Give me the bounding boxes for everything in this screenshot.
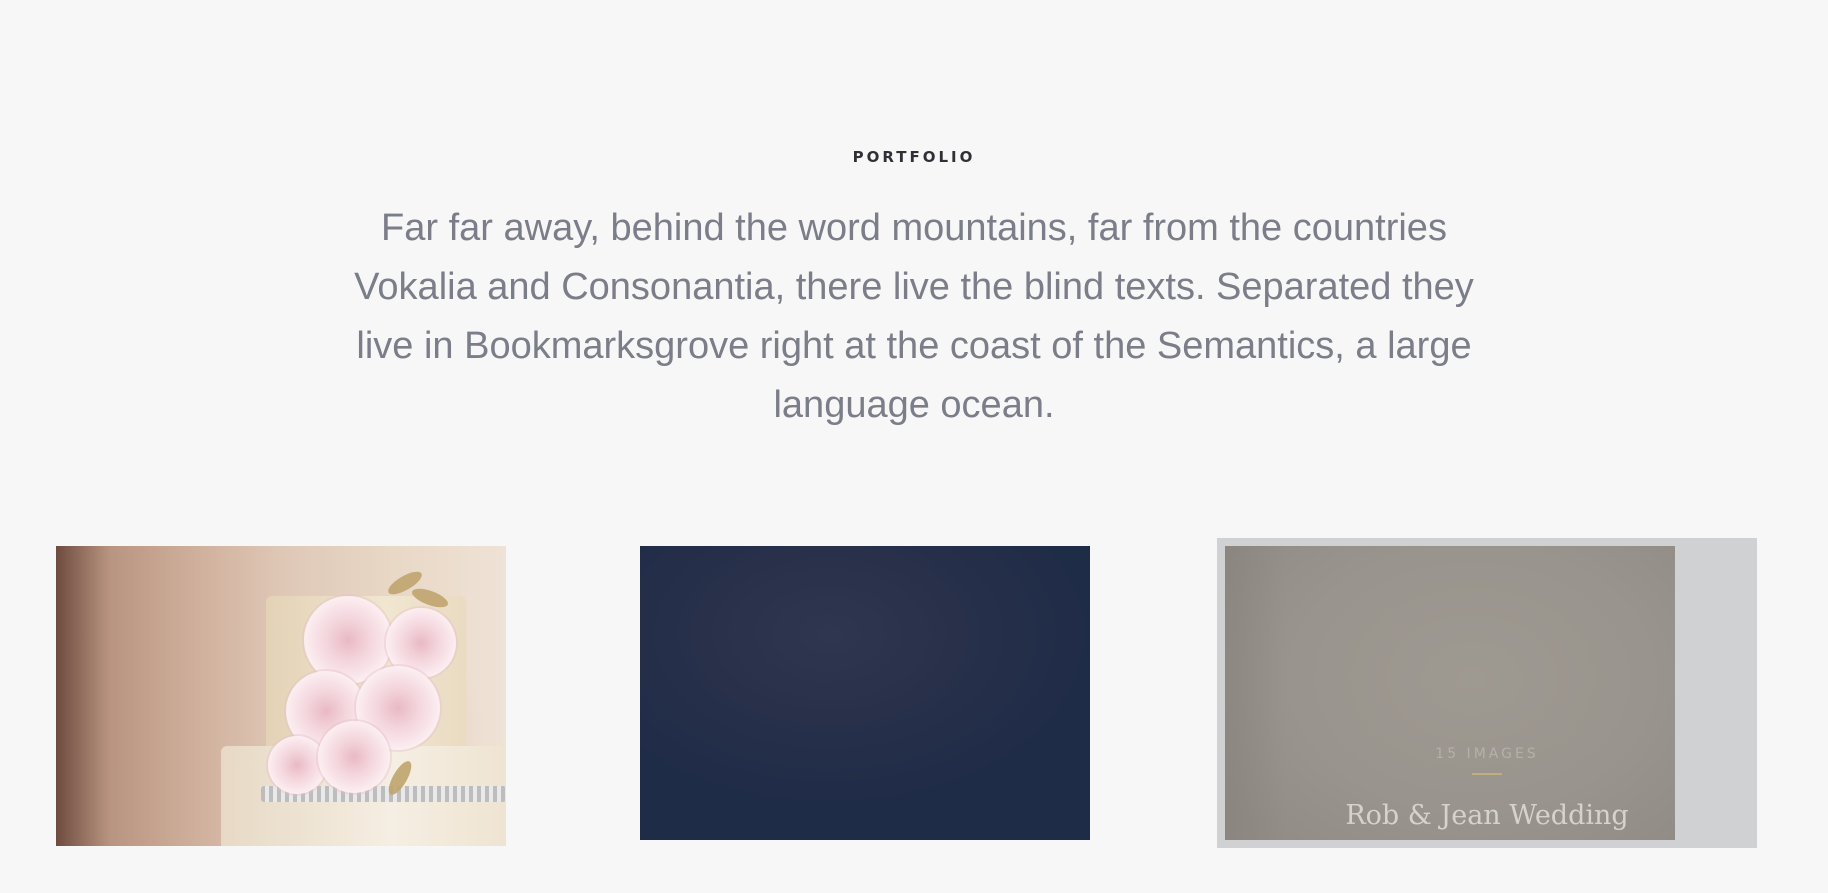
- image-shade: [1225, 546, 1285, 840]
- image-count: 15 IMAGES: [1435, 746, 1539, 762]
- portfolio-item-title[interactable]: Rob & Jean Wedding: [1217, 800, 1757, 831]
- portfolio-item-navy[interactable]: [640, 546, 1090, 840]
- portfolio-intro: Far far away, behind the word mountains,…: [354, 207, 1474, 426]
- title-divider: [1472, 773, 1502, 775]
- rose-decoration: [318, 721, 390, 793]
- portfolio-item-wedding[interactable]: [1225, 546, 1675, 840]
- portfolio-eyebrow: PORTFOLIO: [852, 148, 976, 166]
- portfolio-item-cake[interactable]: [56, 546, 506, 846]
- rose-decoration: [268, 736, 326, 794]
